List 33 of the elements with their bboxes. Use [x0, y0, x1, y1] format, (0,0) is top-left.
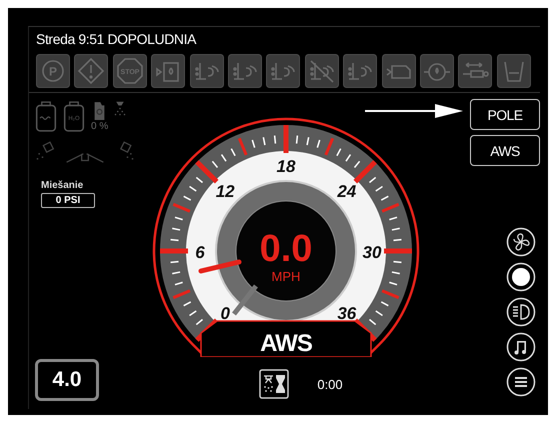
speed-scale-label: 6 [195, 243, 205, 262]
mixing-label: Miešanie [41, 180, 84, 191]
speed-scale-label: 12 [216, 182, 235, 202]
spray-timer-icon[interactable] [259, 369, 290, 399]
mixing-pressure: 0 PSI [41, 193, 95, 208]
rinse-tank-icon [35, 101, 57, 132]
mode-button[interactable]: POLE [470, 99, 540, 130]
date-time: Streda 9:51 DOPOLUDNIA [35, 30, 198, 49]
agitator-icon [93, 101, 106, 121]
music-icon[interactable] [506, 332, 536, 362]
speed-scale-label: 18 [276, 157, 296, 176]
agitation-reading: 0 % [91, 121, 108, 132]
gauge-needle [232, 284, 258, 316]
bucket-indicator-icon [496, 54, 531, 88]
speed-scale-label: 24 [337, 182, 356, 202]
warning-indicator-icon [74, 54, 108, 88]
no-spray-indicator-icon [304, 54, 339, 88]
speed-scale-label: 36 [337, 304, 356, 323]
menu-icon[interactable] [506, 367, 536, 397]
speed-scale-label: 0 [220, 304, 230, 323]
speed-reading: 0.0 [260, 228, 312, 270]
speed-scale-label: 30 [362, 243, 382, 262]
cylinder-indicator-icon [458, 54, 492, 88]
sun-icon[interactable] [506, 262, 536, 292]
target-speed-marker [198, 260, 242, 274]
gear-display[interactable]: 4.0 [35, 359, 99, 401]
oil-indicator-icon [420, 54, 454, 88]
steering-mode-label: AWS [260, 330, 312, 357]
timer-value: 0:00 [317, 376, 343, 392]
fan-icon[interactable] [506, 227, 536, 257]
mode-button[interactable]: AWS [470, 135, 540, 166]
headlight-icon[interactable] [506, 297, 536, 327]
speed-unit: MPH [272, 269, 300, 284]
